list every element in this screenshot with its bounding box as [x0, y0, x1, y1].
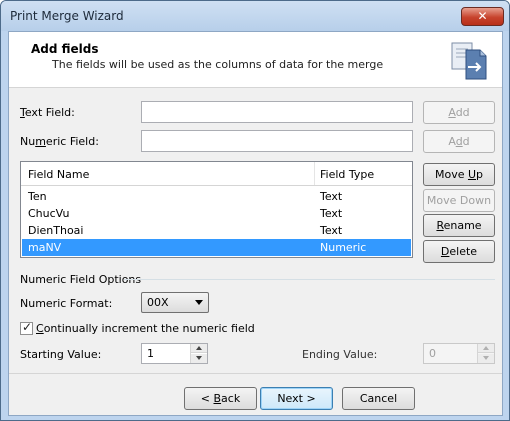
text-field-label: Text Field: — [20, 106, 75, 119]
numeric-format-select[interactable]: 00X — [141, 292, 209, 313]
checkmark-icon: ✓ — [22, 320, 33, 334]
page-title: Add fields — [31, 42, 99, 56]
title-bar[interactable]: Print Merge Wizard ✕ — [1, 1, 509, 31]
continually-increment-checkbox[interactable]: ✓ — [20, 320, 33, 335]
field-type-cell: Text — [320, 190, 343, 203]
back-rest: ack — [221, 392, 241, 405]
fields-list-header: Field Name Field Type — [21, 162, 412, 186]
move-up-prefix: Move — [434, 168, 468, 181]
numeric-field-input[interactable] — [141, 130, 413, 152]
page-subtitle: The fields will be used as the columns o… — [52, 58, 384, 71]
increment-rest: ontinually increment the numeric field — [43, 322, 255, 335]
next-label: Next > — [277, 392, 316, 405]
ending-value-label: Ending Value: — [302, 348, 378, 361]
numeric-field-label-rest: eric Field: — [45, 135, 99, 148]
close-button[interactable]: ✕ — [461, 7, 504, 26]
delete-button[interactable]: Delete — [423, 240, 495, 263]
add-numeric-rest: d — [462, 135, 470, 148]
wizard-header: Add fields The fields will be used as th… — [9, 32, 502, 88]
field-name-cell: DienThoai — [28, 224, 84, 237]
chevron-down-icon — [195, 300, 203, 305]
rename-button[interactable]: Rename — [423, 214, 495, 237]
column-separator[interactable] — [314, 162, 315, 185]
field-name-cell: maNV — [28, 241, 62, 254]
move-up-accel: U — [467, 168, 477, 181]
numeric-field-label-accel: m — [35, 135, 46, 148]
rename-accel: R — [436, 219, 444, 232]
text-field-label-rest: ext Field: — [24, 106, 75, 119]
arrow-up-icon — [196, 346, 202, 350]
spin-up-button[interactable] — [478, 344, 494, 353]
table-row-selected[interactable]: maNV Numeric — [22, 239, 411, 256]
next-button[interactable]: Next > — [260, 387, 333, 410]
rename-rest: ename — [443, 219, 482, 232]
spin-up-button[interactable] — [191, 344, 207, 353]
fields-list[interactable]: Field Name Field Type Ten Text ChucVu Te… — [20, 161, 413, 258]
field-type-cell: Numeric — [320, 241, 367, 254]
delete-rest: elete — [449, 245, 478, 258]
column-header-field-name[interactable]: Field Name — [28, 168, 89, 181]
field-name-cell: Ten — [28, 190, 47, 203]
close-icon: ✕ — [477, 9, 488, 23]
footer-divider — [9, 373, 502, 374]
starting-value-label: Starting Value: — [20, 348, 102, 361]
numeric-format-value: 00X — [147, 296, 169, 309]
add-text-field-button[interactable]: Add — [423, 101, 495, 124]
add-numeric-prefix: A — [448, 135, 456, 148]
table-row[interactable]: DienThoai Text — [22, 222, 411, 239]
numeric-options-group-label: Numeric Field Options — [20, 273, 142, 286]
field-type-cell: Text — [320, 207, 343, 220]
starting-value-spinner[interactable]: 1 — [141, 343, 208, 364]
back-button[interactable]: < Back — [184, 387, 257, 410]
move-up-button[interactable]: Move Up — [423, 163, 495, 186]
move-up-rest: p — [476, 168, 484, 181]
text-field-input[interactable] — [141, 101, 413, 123]
group-divider — [124, 279, 495, 280]
starting-value-spin-buttons — [190, 344, 207, 363]
move-down-label: Move Down — [426, 194, 492, 207]
add-text-rest: dd — [455, 106, 470, 119]
numeric-field-label: Numeric Field: — [20, 135, 99, 148]
print-merge-wizard-window: Print Merge Wizard ✕ Add fields The fiel… — [0, 0, 510, 421]
spin-down-button[interactable] — [478, 354, 494, 363]
arrow-down-icon — [483, 356, 489, 360]
ending-value-spinner[interactable]: 0 — [423, 343, 495, 364]
increment-accel: C — [36, 322, 44, 335]
column-header-field-type[interactable]: Field Type — [320, 168, 374, 181]
back-accel: B — [213, 392, 222, 405]
add-numeric-accel: d — [455, 135, 463, 148]
merge-document-icon — [451, 42, 487, 80]
dialog-client-area: Add fields The fields will be used as th… — [8, 31, 503, 416]
arrow-up-icon — [483, 346, 489, 350]
table-row[interactable]: Ten Text — [22, 188, 411, 205]
field-type-cell: Text — [320, 224, 343, 237]
numeric-field-label-prefix: Nu — [20, 135, 36, 148]
add-text-accel: A — [448, 106, 456, 119]
cancel-label: Cancel — [359, 392, 398, 405]
move-down-button[interactable]: Move Down — [423, 189, 495, 212]
table-row[interactable]: ChucVu Text — [22, 205, 411, 222]
ending-value: 0 — [429, 347, 436, 360]
window-title: Print Merge Wizard — [10, 9, 124, 23]
cancel-button[interactable]: Cancel — [342, 387, 415, 410]
starting-value: 1 — [147, 347, 154, 360]
add-numeric-field-button[interactable]: Add — [423, 130, 495, 153]
ending-value-spin-buttons — [477, 344, 494, 363]
arrow-down-icon — [196, 356, 202, 360]
field-name-cell: ChucVu — [28, 207, 70, 220]
back-prefix: < — [200, 392, 214, 405]
spin-down-button[interactable] — [191, 354, 207, 363]
continually-increment-label[interactable]: Continually increment the numeric field — [36, 322, 255, 335]
numeric-format-label: Numeric Format: — [20, 297, 113, 310]
